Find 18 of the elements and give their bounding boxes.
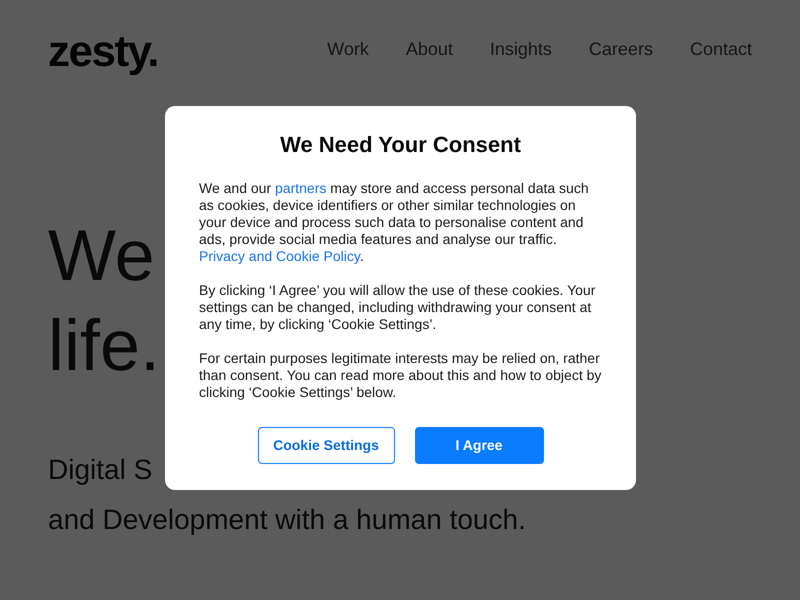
hero-subtitle: Digital S: [48, 453, 152, 487]
nav-link[interactable]: Contact: [690, 36, 752, 63]
agree-button[interactable]: I Agree: [414, 427, 544, 464]
nav-link[interactable]: Insights: [490, 36, 552, 63]
dialog-paragraph: For certain purposes legitimate interests may be relied on, rather than consent. You can read more about this and how to object by clicking ‘Cookie Settings’ below.: [199, 350, 602, 402]
logo[interactable]: zesty.: [48, 26, 158, 78]
nav-link[interactable]: Work: [327, 36, 369, 63]
hero-subtitle: and Development with a human touch.: [48, 503, 526, 537]
nav-link[interactable]: Careers: [588, 36, 653, 63]
text-link[interactable]: Privacy and Cookie Policy: [199, 248, 360, 264]
dialog-paragraph: By clicking ‘I Agree’ you will allow the use of these cookies. Your settings can be changed, including withdrawing your consent at any time, by clicking ‘Cookie Settings’.: [199, 282, 596, 334]
hero-headline: We: [48, 215, 155, 298]
dialog-title: We Need Your Consent: [279, 132, 522, 158]
text-link[interactable]: partners: [275, 180, 326, 196]
hero-headline: life.: [48, 305, 160, 388]
dialog-paragraph: We and our partners may store and access personal data such as cookies, device identifiers or other similar technologies on your device and process such data to personalise content and ads, provide social media features and analyse our traffic. Privacy and Cookie Policy.: [199, 180, 590, 266]
nav-link[interactable]: About: [406, 36, 453, 63]
settings-button[interactable]: Cookie Settings: [258, 427, 394, 464]
